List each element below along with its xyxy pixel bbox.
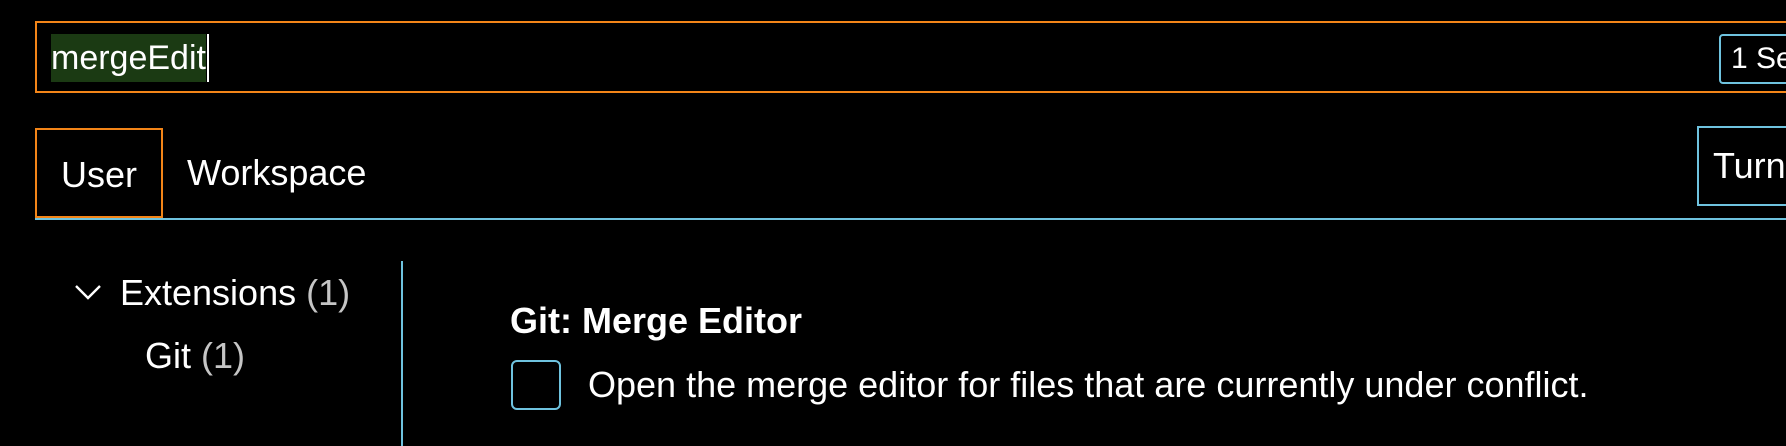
settings-search-box[interactable]: mergeEdit <box>35 21 1786 93</box>
toc-divider <box>401 261 403 446</box>
toc-item-git-label: Git <box>145 335 192 376</box>
setting-description: Open the merge editor for files that are… <box>588 364 1589 405</box>
settings-editor: mergeEdit 1 Se User Workspace Turn Exten… <box>0 0 1786 446</box>
setting-title: Git: Merge Editor <box>510 300 802 342</box>
toc-item-extensions[interactable]: Extensions (1) <box>70 270 350 316</box>
search-input[interactable]: mergeEdit <box>51 33 209 83</box>
toc-item-git[interactable]: Git (1) <box>145 333 245 379</box>
chevron-down-icon[interactable] <box>70 270 102 316</box>
tab-user[interactable]: User <box>35 128 163 218</box>
setting-category: Git: <box>510 300 582 341</box>
search-result-count-badge: 1 Se <box>1719 34 1786 84</box>
search-input-value: mergeEdit <box>51 34 206 82</box>
toc-item-git-count: (1) <box>201 335 246 376</box>
text-caret <box>206 34 209 82</box>
toc-item-extensions-label: Extensions <box>120 272 297 313</box>
tab-workspace[interactable]: Workspace <box>187 128 366 218</box>
tabs-underline <box>35 218 1786 220</box>
toc-item-extensions-count: (1) <box>306 272 351 313</box>
settings-sync-button[interactable]: Turn <box>1697 126 1786 206</box>
merge-editor-checkbox[interactable] <box>511 360 561 410</box>
setting-name: Merge Editor <box>581 300 803 341</box>
